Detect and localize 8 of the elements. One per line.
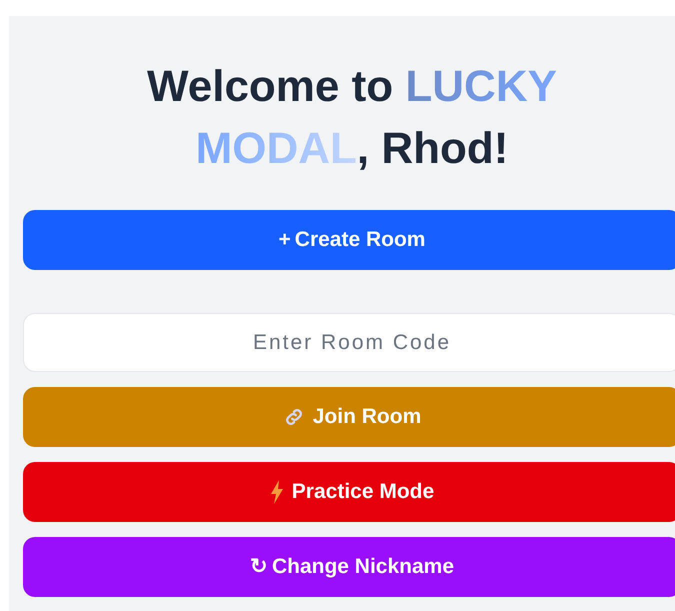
room-code-field[interactable]: Enter Room Code [23, 313, 675, 372]
join-room-button[interactable]: Join Room [23, 387, 675, 447]
lightning-bolt-icon [270, 480, 284, 504]
create-room-button[interactable]: + Create Room [23, 210, 675, 270]
plus-icon: + [278, 224, 291, 256]
practice-mode-button[interactable]: Practice Mode [23, 462, 675, 522]
change-nickname-button[interactable]: ↻ Change Nickname [23, 537, 675, 597]
refresh-icon: ↻ [250, 551, 268, 583]
